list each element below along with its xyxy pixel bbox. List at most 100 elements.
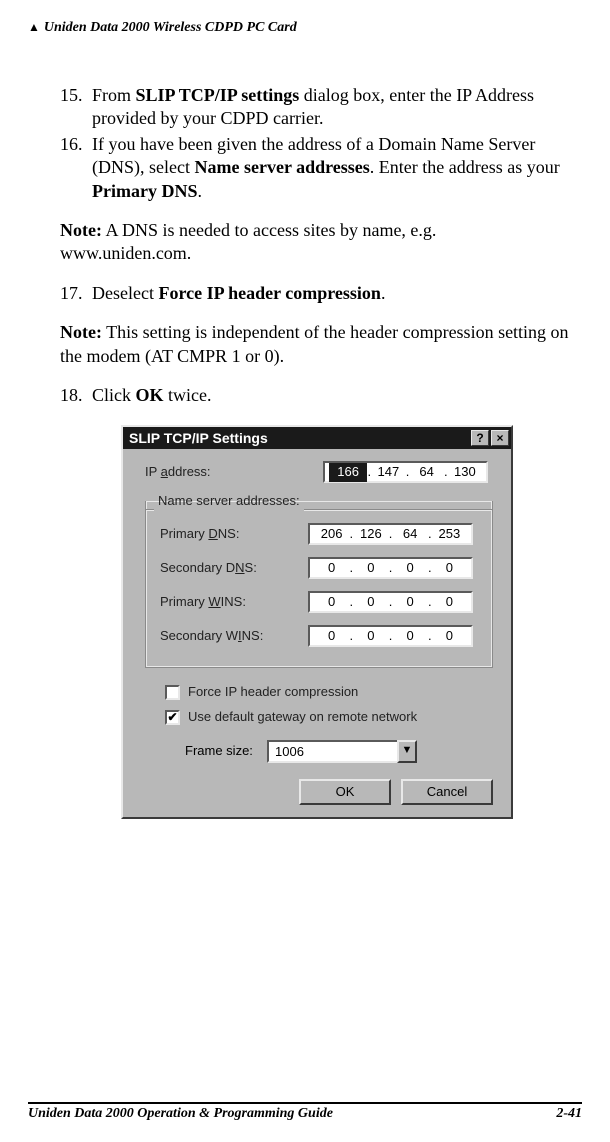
primary-dns-row: Primary DNS: 206. 126. 64. 253 bbox=[160, 523, 478, 545]
ip-octet-4[interactable]: 130 bbox=[448, 464, 482, 481]
oct[interactable]: 0 bbox=[353, 560, 388, 577]
oct[interactable]: 0 bbox=[432, 594, 467, 611]
step-17-text: Deselect Force IP header compression. bbox=[92, 282, 574, 305]
fieldset-legend: Name server addresses: bbox=[154, 493, 304, 510]
note-text: www.uniden.com. bbox=[60, 243, 191, 263]
default-gateway-row: ✔ Use default gateway on remote network bbox=[165, 709, 493, 726]
step-15-number: 15. bbox=[60, 84, 92, 131]
text: From bbox=[92, 85, 136, 105]
oct[interactable]: 0 bbox=[314, 594, 349, 611]
ip-octet-3[interactable]: 64 bbox=[410, 464, 444, 481]
oct[interactable]: 0 bbox=[314, 628, 349, 645]
force-ip-compression-checkbox[interactable] bbox=[165, 685, 180, 700]
text: IP bbox=[145, 464, 161, 479]
text-bold: OK bbox=[136, 385, 164, 405]
frame-size-label: Frame size: bbox=[185, 743, 267, 760]
text-bold: SLIP TCP/IP settings bbox=[136, 85, 300, 105]
note-1: Note: A DNS is needed to access sites by… bbox=[60, 219, 574, 266]
primary-wins-input[interactable]: 0. 0. 0. 0 bbox=[308, 591, 473, 613]
oct[interactable]: 0 bbox=[393, 560, 428, 577]
step-16-number: 16. bbox=[60, 133, 92, 203]
secondary-wins-label: Secondary WINS: bbox=[160, 628, 308, 645]
oct[interactable]: 0 bbox=[393, 594, 428, 611]
dialog-title: SLIP TCP/IP Settings bbox=[129, 429, 469, 447]
oct[interactable]: 126 bbox=[353, 526, 388, 543]
header-title: Uniden Data 2000 Wireless CDPD PC Card bbox=[44, 20, 297, 36]
text: NS: bbox=[242, 628, 264, 643]
oct[interactable]: 0 bbox=[353, 594, 388, 611]
accel-key: U bbox=[188, 709, 197, 724]
primary-dns-input[interactable]: 206. 126. 64. 253 bbox=[308, 523, 473, 545]
slip-tcpip-dialog: SLIP TCP/IP Settings ? × IP address: 166… bbox=[121, 425, 513, 819]
text: Deselect bbox=[92, 283, 158, 303]
text: Click bbox=[92, 385, 136, 405]
text: NS: bbox=[218, 526, 240, 541]
step-18: 18. Click OK twice. bbox=[60, 384, 574, 407]
step-15: 15. From SLIP TCP/IP settings dialog box… bbox=[60, 84, 574, 131]
text: . bbox=[381, 283, 386, 303]
ip-address-label: IP address: bbox=[145, 464, 323, 481]
accel-key: N bbox=[235, 560, 244, 575]
text-bold: Force IP header compression bbox=[158, 283, 380, 303]
secondary-dns-row: Secondary DNS: 0. 0. 0. 0 bbox=[160, 557, 478, 579]
close-button[interactable]: × bbox=[491, 430, 509, 446]
text: INS: bbox=[221, 594, 246, 609]
accel-key: F bbox=[185, 743, 193, 758]
dialog-titlebar[interactable]: SLIP TCP/IP Settings ? × bbox=[123, 427, 511, 449]
note-2: Note: This setting is independent of the… bbox=[60, 321, 574, 368]
oct[interactable]: 0 bbox=[393, 628, 428, 645]
cancel-button[interactable]: Cancel bbox=[401, 779, 493, 805]
frame-size-value: 1006 bbox=[267, 740, 397, 763]
oct[interactable]: 206 bbox=[314, 526, 349, 543]
note-label: Note: bbox=[60, 322, 102, 342]
oct[interactable]: 0 bbox=[353, 628, 388, 645]
text: twice. bbox=[164, 385, 212, 405]
page-number: 2-41 bbox=[556, 1106, 582, 1122]
secondary-dns-input[interactable]: 0. 0. 0. 0 bbox=[308, 557, 473, 579]
step-17-number: 17. bbox=[60, 282, 92, 305]
frame-size-row: Frame size: 1006 ▼ bbox=[185, 740, 493, 763]
text: . bbox=[197, 181, 202, 201]
oct[interactable]: 64 bbox=[393, 526, 428, 543]
step-16: 16. If you have been given the address o… bbox=[60, 133, 574, 203]
frame-size-combo[interactable]: 1006 ▼ bbox=[267, 740, 417, 763]
text-bold: Primary DNS bbox=[92, 181, 197, 201]
note-label: Note: bbox=[60, 220, 102, 240]
oct[interactable]: 253 bbox=[432, 526, 467, 543]
force-ip-compression-label: Force IP header compression bbox=[188, 684, 358, 701]
accel-key: D bbox=[208, 526, 217, 541]
text: Secondary D bbox=[160, 560, 235, 575]
ip-octet-2[interactable]: 147 bbox=[371, 464, 405, 481]
primary-wins-label: Primary WINS: bbox=[160, 594, 308, 611]
accel-key: W bbox=[208, 594, 220, 609]
step-18-text: Click OK twice. bbox=[92, 384, 574, 407]
default-gateway-checkbox[interactable]: ✔ bbox=[165, 710, 180, 725]
oct[interactable]: 0 bbox=[432, 628, 467, 645]
secondary-wins-row: Secondary WINS: 0. 0. 0. 0 bbox=[160, 625, 478, 647]
help-button[interactable]: ? bbox=[471, 430, 489, 446]
note-text: A DNS is needed to access sites by name,… bbox=[102, 220, 436, 240]
ip-address-input[interactable]: 166. 147. 64. 130 bbox=[323, 461, 488, 483]
step-15-text: From SLIP TCP/IP settings dialog box, en… bbox=[92, 84, 574, 131]
text: rame size: bbox=[193, 743, 253, 758]
footer-title: Uniden Data 2000 Operation & Programming… bbox=[28, 1106, 556, 1122]
page-footer: Uniden Data 2000 Operation & Programming… bbox=[28, 1102, 582, 1122]
oct[interactable]: 0 bbox=[432, 560, 467, 577]
dialog-button-row: OK Cancel bbox=[145, 779, 493, 805]
text: Primary bbox=[160, 526, 208, 541]
force-ip-compression-row: Force IP header compression bbox=[165, 684, 493, 701]
ip-octet-1[interactable]: 166 bbox=[329, 463, 367, 482]
ip-address-row: IP address: 166. 147. 64. 130 bbox=[145, 461, 493, 483]
secondary-wins-input[interactable]: 0. 0. 0. 0 bbox=[308, 625, 473, 647]
accel-key: a bbox=[161, 464, 168, 479]
text: se default gateway on remote network bbox=[197, 709, 417, 724]
oct[interactable]: 0 bbox=[314, 560, 349, 577]
step-17: 17. Deselect Force IP header compression… bbox=[60, 282, 574, 305]
text: Force IP header bbox=[188, 684, 285, 699]
name-server-fieldset: Name server addresses: Primary DNS: 206.… bbox=[145, 501, 493, 668]
ok-button[interactable]: OK bbox=[299, 779, 391, 805]
chevron-down-icon[interactable]: ▼ bbox=[397, 740, 417, 763]
step-16-text: If you have been given the address of a … bbox=[92, 133, 574, 203]
text: Primary bbox=[160, 594, 208, 609]
text: . Enter the address as your bbox=[370, 157, 560, 177]
